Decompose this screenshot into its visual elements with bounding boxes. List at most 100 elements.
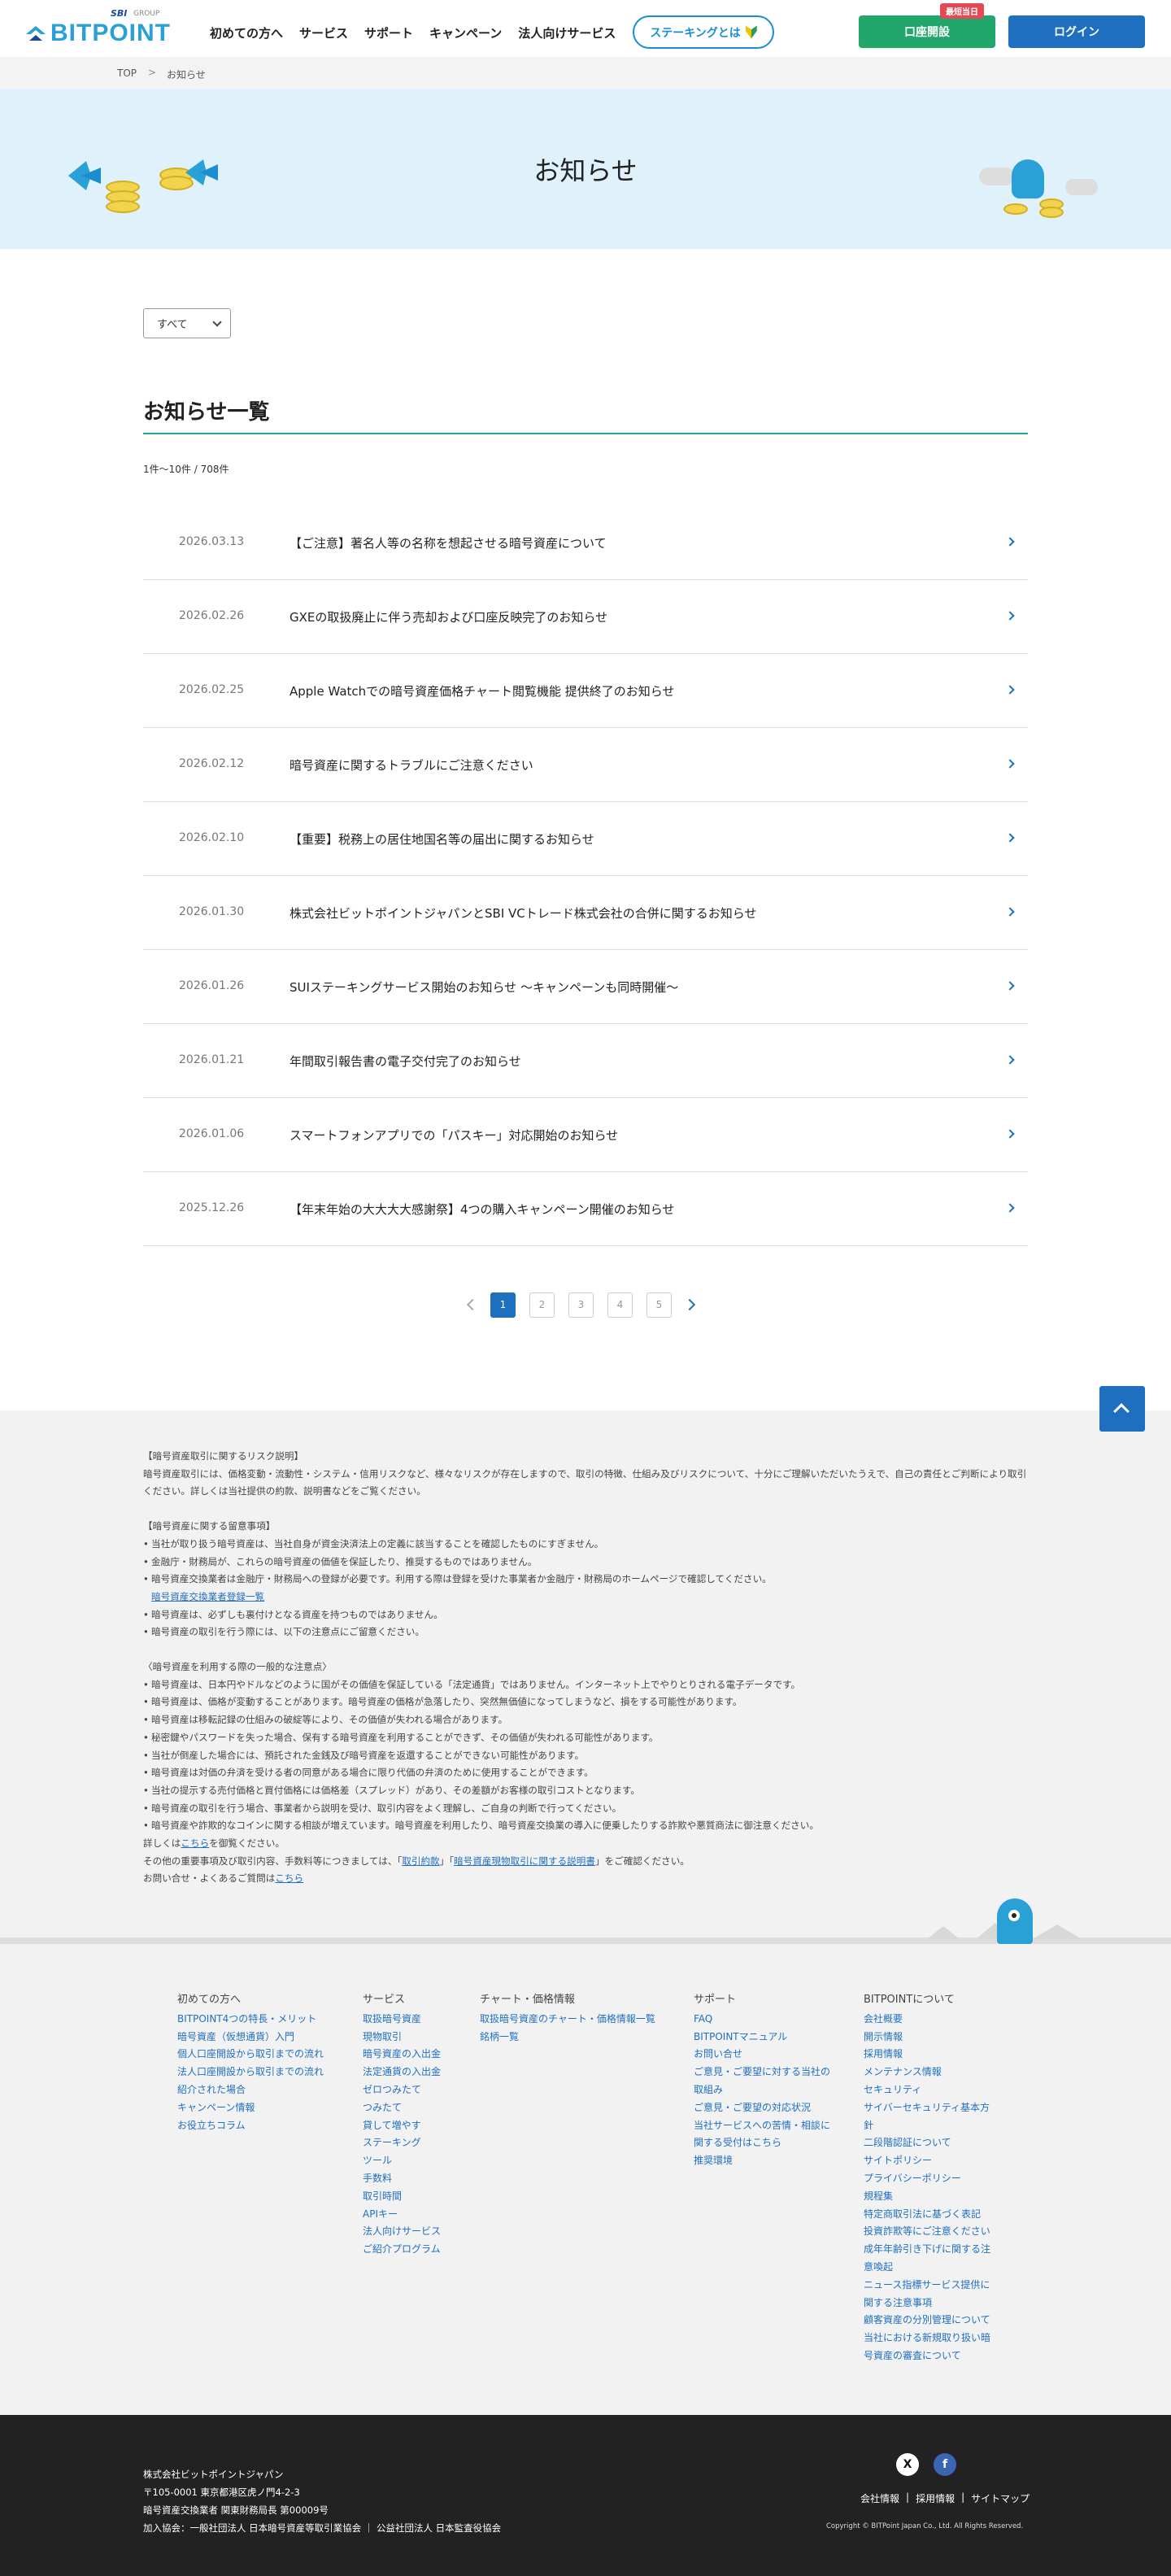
explanation-link[interactable]: 暗号資産現物取引に関する説明書 [454, 1855, 595, 1867]
registry-link[interactable]: 暗号資産交換業者登録一覧 [151, 1591, 264, 1602]
news-title: SUIステーキングサービス開始のお知らせ 〜キャンペーンも同時開催〜 [289, 980, 679, 995]
footer-link[interactable]: 個人口座開設から取引までの流れ [177, 2046, 324, 2064]
news-title: スマートフォンアプリでの「パスキー」対応開始のお知らせ [289, 1128, 619, 1143]
footer-link[interactable]: ご意見・ご要望に対する当社の取組み [694, 2064, 830, 2099]
footer-link[interactable]: サイトポリシー [864, 2152, 999, 2170]
page-4[interactable]: 4 [607, 1292, 633, 1318]
footer-link[interactable]: 顧客資産の分別管理について [864, 2312, 999, 2330]
footer-link[interactable]: BITPOINTマニュアル [694, 2029, 830, 2046]
news-title: 【年末年始の大大大大感謝祭】4つの購入キャンペーン開催のお知らせ [289, 1202, 675, 1217]
footer-link[interactable]: つみたて [363, 2099, 441, 2117]
footer-link[interactable]: APIキー [363, 2206, 441, 2224]
nav-services[interactable]: サービス [299, 24, 348, 41]
nav-beginners[interactable]: 初めての方へ [210, 24, 283, 41]
news-item[interactable]: 2026.02.12 暗号資産に関するトラブルにご注意ください [143, 728, 1028, 802]
category-select[interactable]: すべて [143, 308, 231, 338]
footer-link[interactable]: 紹介された場合 [177, 2081, 324, 2099]
back-to-top-button[interactable] [1099, 1386, 1145, 1432]
footer-link[interactable]: お役立ちコラム [177, 2117, 324, 2135]
footer-link[interactable]: メンテナンス情報 [864, 2064, 999, 2081]
footer-link[interactable]: 当社サービスへの苦情・相談に関する受付はこちら [694, 2117, 830, 2153]
footer-link[interactable]: 推奨環境 [694, 2152, 830, 2170]
coin-icon [1003, 203, 1028, 215]
news-item[interactable]: 2026.02.26 GXEの取扱廃止に伴う売却および口座反映完了のお知らせ [143, 580, 1028, 654]
footer-link[interactable]: BITPOINT4つの特長・メリット [177, 2011, 324, 2029]
footer-link[interactable]: 銘柄一覧 [480, 2029, 655, 2046]
link-separator: | [906, 2491, 910, 2503]
footer-link[interactable]: 取扱暗号資産のチャート・価格情報一覧 [480, 2011, 655, 2029]
detail-link[interactable]: こちら [181, 1837, 209, 1849]
breadcrumb-separator: > [148, 67, 157, 78]
footer-link[interactable]: 現物取引 [363, 2029, 441, 2046]
next-page-icon[interactable] [683, 1298, 696, 1311]
footer-link[interactable]: ご紹介プログラム [363, 2241, 441, 2259]
nav-support[interactable]: サポート [364, 24, 413, 41]
footer-link[interactable]: サイバーセキュリティ基本方針 [864, 2099, 999, 2135]
copyright: Copyright © BITPoint Japan Co., Ltd. All… [826, 2522, 1024, 2530]
footer-link[interactable]: ゼロつみたて [363, 2081, 441, 2099]
footer-link[interactable]: セキュリティ [864, 2081, 999, 2099]
footer-link[interactable]: ご意見・ご要望の対応状況 [694, 2099, 830, 2117]
news-date: 2026.01.21 [179, 1053, 245, 1066]
news-item[interactable]: 2026.01.30 株式会社ビットポイントジャパンとSBI VCトレード株式会社… [143, 876, 1028, 950]
company-info-link[interactable]: 会社情報 [860, 2491, 899, 2505]
footer-link[interactable]: 貸して増やす [363, 2117, 441, 2135]
footer-link[interactable]: キャンペーン情報 [177, 2099, 324, 2117]
footer-link[interactable]: 暗号資産（仮想通貨）入門 [177, 2029, 324, 2046]
page-2[interactable]: 2 [529, 1292, 555, 1318]
footer-link[interactable]: 成年年齢引き下げに関する注意喚起 [864, 2241, 999, 2277]
footer-link[interactable]: 投資詐欺等にご注意ください [864, 2223, 999, 2241]
nav-campaign[interactable]: キャンペーン [429, 24, 502, 41]
footer-link[interactable]: プライバシーポリシー [864, 2170, 999, 2188]
news-item[interactable]: 2026.02.25 Apple Watchでの暗号資産価格チャート閲覧機能 提供… [143, 654, 1028, 728]
footer-link[interactable]: 暗号資産の入出金 [363, 2046, 441, 2064]
contact-link[interactable]: こちら [275, 1872, 303, 1884]
news-item[interactable]: 2026.03.13 【ご注意】著名人等の名称を想起させる暗号資産について [143, 506, 1028, 580]
footer-link[interactable]: 採用情報 [864, 2046, 999, 2064]
recruit-link[interactable]: 採用情報 [916, 2491, 955, 2505]
bitpoint-logo[interactable]: SBI GROUP BITPOINT [24, 8, 171, 47]
footer-heading: 初めての方へ [177, 1994, 242, 2006]
staking-button[interactable]: ステーキングとは [633, 15, 774, 49]
facebook-icon[interactable]: f [934, 2453, 956, 2476]
footer-link[interactable]: ニュース指標サービス提供に関する注意事項 [864, 2277, 999, 2312]
page-1[interactable]: 1 [490, 1292, 516, 1318]
footer-link[interactable]: お問い合せ [694, 2046, 830, 2064]
footer-link[interactable]: 取扱暗号資産 [363, 2011, 441, 2029]
footer-link[interactable]: 法人口座開設から取引までの流れ [177, 2064, 324, 2081]
news-item[interactable]: 2026.01.26 SUIステーキングサービス開始のお知らせ 〜キャンペーンも同… [143, 950, 1028, 1024]
footer-link[interactable]: ステーキング [363, 2134, 441, 2152]
footer-link[interactable]: ツール [363, 2152, 441, 2170]
company-association: 加入協会：一般社団法人 日本暗号資産等取引業協会 ｜ 公益社団法人 日本監査役協… [143, 2522, 502, 2534]
footer-link[interactable]: FAQ [694, 2011, 830, 2029]
footer-link[interactable]: 法定通貨の入出金 [363, 2064, 441, 2081]
footer-link[interactable]: 取引時間 [363, 2188, 441, 2206]
nav-corporate[interactable]: 法人向けサービス [518, 24, 616, 41]
footer-link[interactable]: 手数料 [363, 2170, 441, 2188]
breadcrumb-top[interactable]: TOP [117, 68, 137, 79]
chevron-up-icon [1113, 1403, 1130, 1419]
prev-page-icon[interactable] [466, 1298, 479, 1311]
footer-link[interactable]: 会社概要 [864, 2011, 999, 2029]
footer-link[interactable]: 法人向けサービス [363, 2223, 441, 2241]
page-3[interactable]: 3 [568, 1292, 594, 1318]
footer-link[interactable]: 当社における新規取り扱い暗号資産の審査について [864, 2330, 999, 2365]
open-account-button[interactable]: 口座開設 [859, 15, 995, 48]
footer-link[interactable]: 二段階認証について [864, 2134, 999, 2152]
news-item[interactable]: 2025.12.26 【年末年始の大大大大感謝祭】4つの購入キャンペーン開催のお知… [143, 1172, 1028, 1246]
news-item[interactable]: 2026.01.06 スマートフォンアプリでの「パスキー」対応開始のお知らせ [143, 1098, 1028, 1172]
terms-link[interactable]: 取引約款 [402, 1855, 439, 1867]
result-count: 1件～10件 / 708件 [143, 464, 229, 475]
page-5[interactable]: 5 [646, 1292, 672, 1318]
footer-link[interactable]: 開示情報 [864, 2029, 999, 2046]
news-item[interactable]: 2026.02.10 【重要】税務上の居住地国名等の届出に関するお知らせ [143, 802, 1028, 876]
login-button[interactable]: ログイン [1008, 15, 1145, 48]
sitemap-link[interactable]: サイトマップ [971, 2491, 1030, 2505]
news-title: 【重要】税務上の居住地国名等の届出に関するお知らせ [289, 832, 594, 847]
news-item[interactable]: 2026.01.21 年間取引報告書の電子交付完了のお知らせ [143, 1024, 1028, 1098]
footer-link[interactable]: 特定商取引法に基づく表記 [864, 2206, 999, 2224]
x-icon[interactable]: X [896, 2453, 919, 2476]
chevron-right-icon [1005, 685, 1015, 695]
news-title: 年間取引報告書の電子交付完了のお知らせ [289, 1054, 521, 1069]
footer-link[interactable]: 規程集 [864, 2188, 999, 2206]
